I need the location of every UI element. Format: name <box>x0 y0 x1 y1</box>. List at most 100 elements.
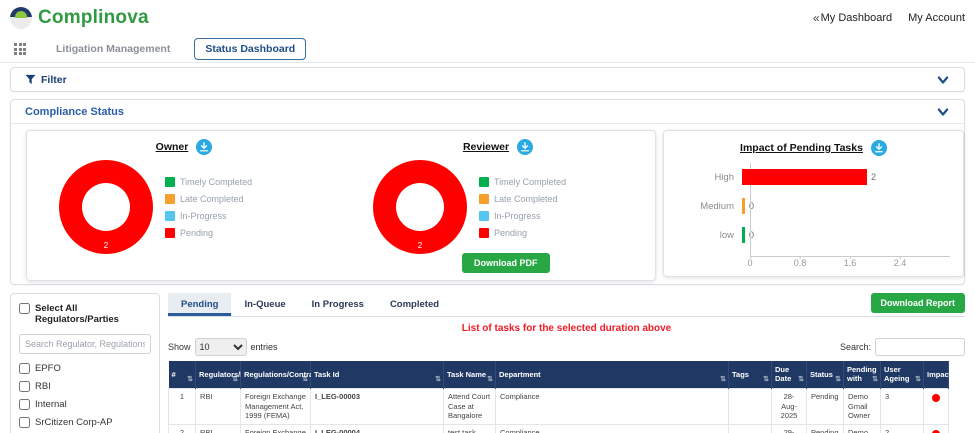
impact-bar-chart: High 2 Medium 0 low 0 0 <box>664 169 963 243</box>
download-pdf-button[interactable]: Download PDF <box>462 253 550 273</box>
reviewer-donut-chart: 2 <box>373 160 467 254</box>
tab-in-queue[interactable]: In-Queue <box>231 293 298 316</box>
compliance-body: Owner 2 Timely Completed <box>11 124 964 284</box>
col-department[interactable]: Department⇅ <box>496 361 729 388</box>
epfo-checkbox[interactable] <box>19 363 30 374</box>
cell-user-ageing: 2 <box>881 425 924 433</box>
select-all-label: Select All Regulators/Parties <box>35 303 151 325</box>
sort-icon: ⇅ <box>835 376 841 385</box>
col-task-id[interactable]: Task Id⇅ <box>311 361 444 388</box>
rbi-checkbox[interactable] <box>19 381 30 392</box>
cell-task-id: I_LEG-00004 <box>311 425 444 433</box>
top-nav: « My Dashboard My Account <box>813 11 965 25</box>
select-all-checkbox[interactable] <box>19 303 30 314</box>
tab-pending[interactable]: Pending <box>168 293 231 316</box>
col-regulations[interactable]: Regulations/Contracts⇅ <box>241 361 311 388</box>
bar-row-medium: Medium 0 <box>664 198 963 214</box>
col-regulators[interactable]: Regulators/Parties⇅ <box>196 361 241 388</box>
app-tab-bar: Litigation Management Status Dashboard <box>0 36 975 63</box>
table-search-input[interactable] <box>875 338 965 356</box>
bar-high <box>742 169 867 185</box>
filter-icon <box>25 74 36 85</box>
cell-regulators: RBI <box>196 425 241 433</box>
legend-swatch-timely <box>479 177 489 187</box>
regulator-option-internal: Internal <box>19 399 151 410</box>
cell-user-ageing: 3 <box>881 388 924 424</box>
sort-icon: ⇅ <box>763 376 769 385</box>
page-size-select[interactable]: 10 <box>195 338 247 356</box>
donut-charts-card: Owner 2 Timely Completed <box>26 130 656 281</box>
my-dashboard-link[interactable]: « My Dashboard <box>813 11 892 25</box>
reviewer-legend: Timely Completed Late Completed In-Progr… <box>479 171 566 243</box>
compliance-status-header[interactable]: Compliance Status <box>11 100 964 124</box>
legend-swatch-pending <box>479 228 489 238</box>
owner-donut-chart: 2 <box>59 160 153 254</box>
filter-chevron-down-icon[interactable] <box>936 75 950 85</box>
legend-swatch-inprogress <box>479 211 489 221</box>
cell-num: 1 <box>169 388 196 424</box>
col-user-ageing[interactable]: User Ageing⇅ <box>881 361 924 388</box>
filter-title: Filter <box>41 74 67 86</box>
x-tick: 0 <box>747 258 752 268</box>
internal-checkbox[interactable] <box>19 399 30 410</box>
cell-tags <box>729 425 772 433</box>
col-num[interactable]: #⇅ <box>169 361 196 388</box>
bar-medium <box>742 198 745 214</box>
cell-status: Pending <box>807 388 844 424</box>
tab-litigation-management[interactable]: Litigation Management <box>46 39 180 59</box>
owner-download-icon[interactable] <box>196 139 212 155</box>
tab-completed[interactable]: Completed <box>377 293 452 316</box>
srcitizen-checkbox[interactable] <box>19 417 30 428</box>
col-due-date[interactable]: Due Date⇅ <box>772 361 807 388</box>
legend-label: Late Completed <box>180 194 244 204</box>
legend-label: Pending <box>494 228 527 238</box>
compliance-status-panel: Compliance Status Owner 2 <box>10 99 965 285</box>
cell-pending-with: Demo Gmail Owner <box>844 425 881 433</box>
owner-donut-value: 2 <box>59 241 153 250</box>
tab-in-progress[interactable]: In Progress <box>299 293 377 316</box>
owner-chart-section: Owner 2 Timely Completed <box>27 131 341 280</box>
cell-status: Pending <box>807 425 844 433</box>
regulator-label: SrCitizen Corp-AP <box>35 417 113 428</box>
filter-panel-header[interactable]: Filter <box>11 68 964 91</box>
regulator-label: EPFO <box>35 363 61 374</box>
compliance-chevron-down-icon[interactable] <box>936 107 950 117</box>
cell-task-id: I_LEG-00003 <box>311 388 444 424</box>
tab-status-dashboard[interactable]: Status Dashboard <box>194 38 306 60</box>
tasks-section: Pending In-Queue In Progress Completed D… <box>168 293 965 433</box>
brand[interactable]: Complinova <box>10 7 149 29</box>
regulator-option-srcitizen: SrCitizen Corp-AP <box>19 417 151 428</box>
legend-swatch-inprogress <box>165 211 175 221</box>
col-tags[interactable]: Tags⇅ <box>729 361 772 388</box>
regulators-sidebar: Select All Regulators/Parties EPFO RBI I… <box>10 293 160 433</box>
brand-name: Complinova <box>38 7 149 29</box>
cell-regulations: Foreign Exchange Management Act, 1999 (F… <box>241 388 311 424</box>
col-impact[interactable]: Impact <box>924 361 949 388</box>
apps-grid-icon[interactable] <box>14 43 26 55</box>
legend-item: Pending <box>165 226 252 239</box>
bar-label-low: low <box>664 230 742 241</box>
regulator-label: Internal <box>35 399 67 410</box>
legend-label: Timely Completed <box>494 177 566 187</box>
col-status[interactable]: Status⇅ <box>807 361 844 388</box>
legend-item: In-Progress <box>479 209 566 222</box>
bottom-section: Select All Regulators/Parties EPFO RBI I… <box>10 293 965 433</box>
reviewer-chart-title: Reviewer <box>463 141 509 153</box>
impact-chart-card: Impact of Pending Tasks High 2 Medium <box>663 130 964 277</box>
bar-low <box>742 227 745 243</box>
col-pending-with[interactable]: Pending with⇅ <box>844 361 881 388</box>
bar-label-high: High <box>664 172 742 183</box>
col-task-name[interactable]: Task Name⇅ <box>444 361 496 388</box>
cell-pending-with: Demo Gmail Owner <box>844 388 881 424</box>
download-report-button[interactable]: Download Report <box>871 293 966 313</box>
my-account-link[interactable]: My Account <box>908 12 965 24</box>
bar-row-low: low 0 <box>664 227 963 243</box>
regulator-search-input[interactable] <box>19 334 151 354</box>
reviewer-download-icon[interactable] <box>517 139 533 155</box>
x-tick: 2.4 <box>894 258 907 268</box>
legend-label: Late Completed <box>494 194 558 204</box>
impact-download-icon[interactable] <box>871 140 887 156</box>
collapse-left-icon: « <box>813 11 820 25</box>
x-tick: 0.8 <box>794 258 807 268</box>
complinova-logo-icon <box>10 7 32 29</box>
